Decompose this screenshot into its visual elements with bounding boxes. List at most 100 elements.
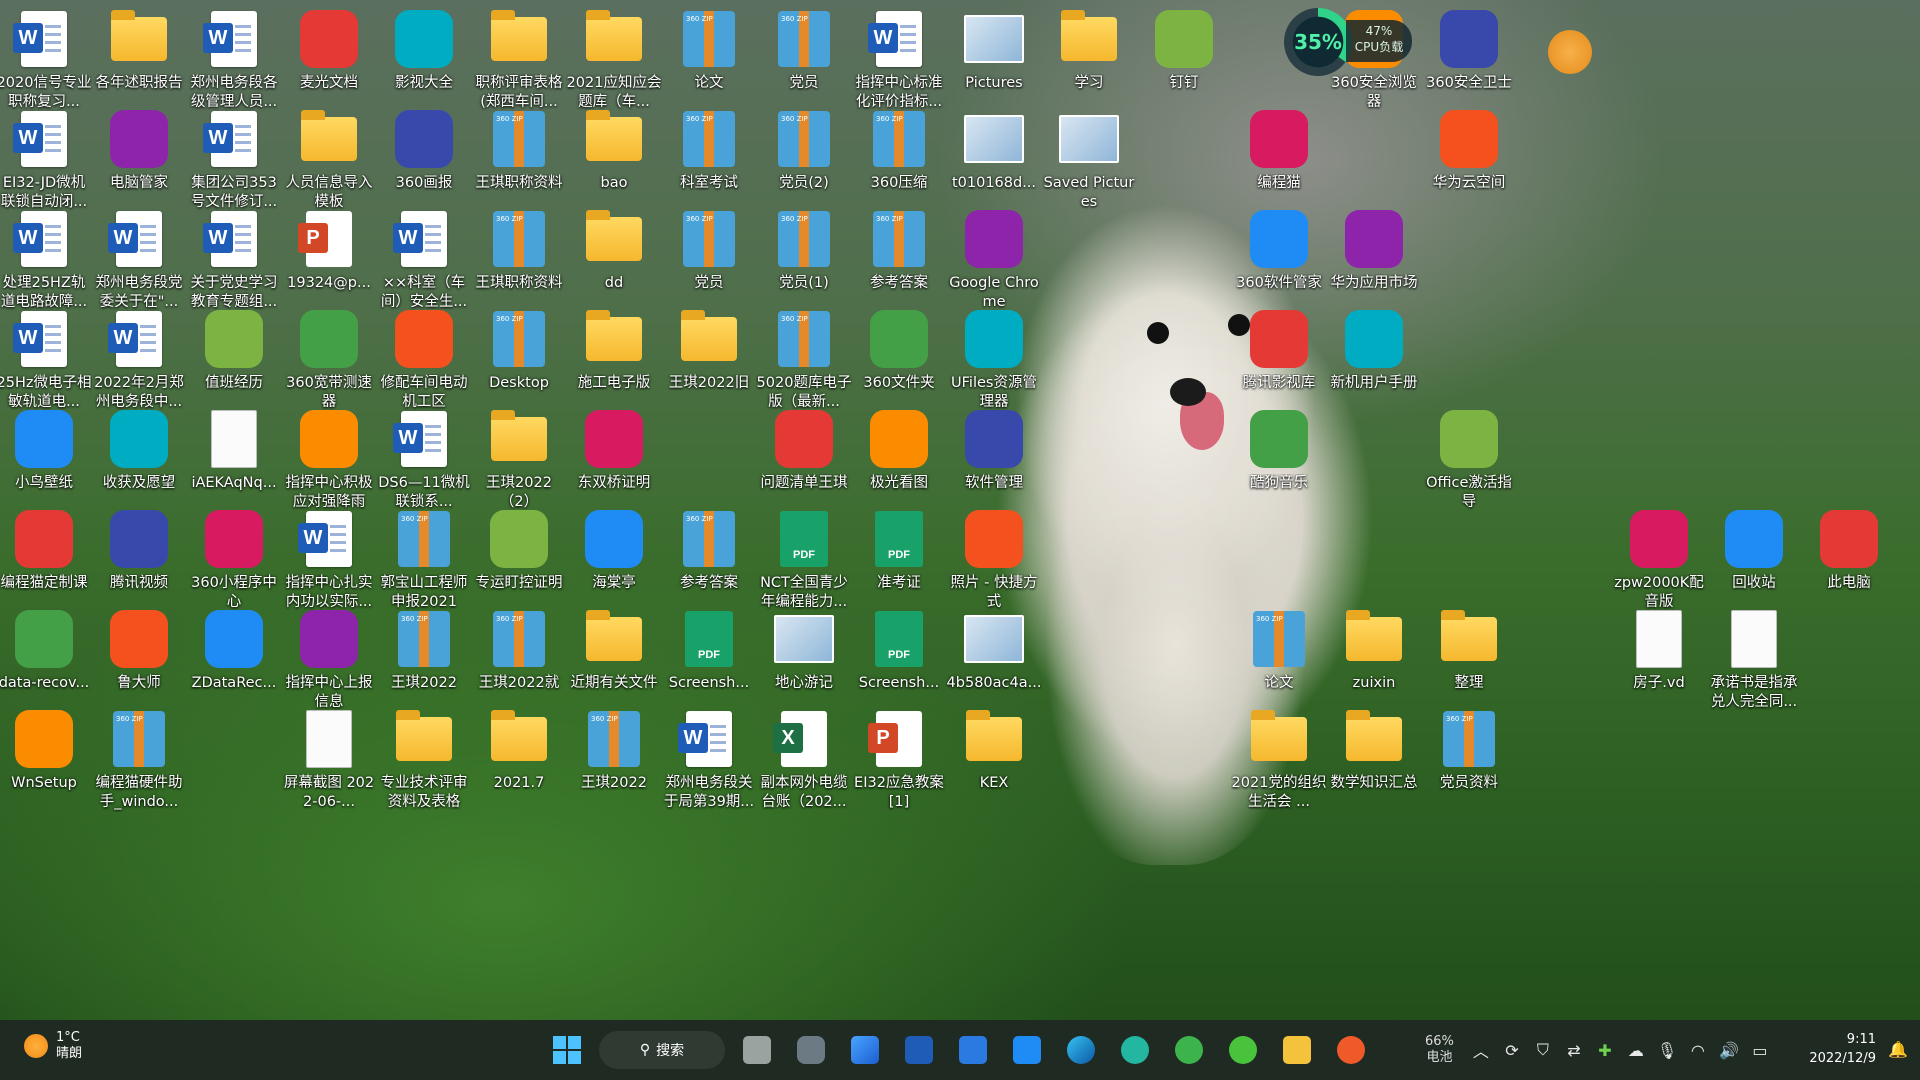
desktop-icon[interactable]: 整理 (1423, 604, 1515, 693)
desktop-icon[interactable]: ZDataRec... (188, 604, 280, 693)
settings-sliders-icon[interactable]: ⇄ (1564, 1041, 1584, 1060)
wifi-icon[interactable]: ◠ (1688, 1041, 1708, 1060)
desktop-icon[interactable]: 腾讯影视库 (1233, 304, 1325, 393)
shield-icon[interactable]: ⛉ (1533, 1040, 1553, 1060)
taskbar-360-browser[interactable] (1167, 1028, 1211, 1072)
desktop-icon[interactable]: 编程猫硬件助手_windo... (93, 704, 185, 812)
battery-status[interactable]: 66% 电池 (1425, 1034, 1454, 1066)
desktop-icon[interactable]: 华为云空间 (1423, 104, 1515, 193)
desktop-icon[interactable]: 照片 - 快捷方式 (948, 504, 1040, 612)
desktop-icon[interactable]: 王琪职称资料 (473, 204, 565, 293)
desktop-icon[interactable]: W 指挥中心扎实内功以实际... (283, 504, 375, 612)
desktop-icon[interactable]: 影视大全 (378, 4, 470, 93)
desktop-icon[interactable]: 钉钉 (1138, 4, 1230, 93)
desktop-icon[interactable]: 4b580ac4a... (947, 604, 1041, 693)
desktop-icon[interactable]: W 25Hz微电子相敏轨道电... (0, 304, 91, 412)
desktop-icon[interactable]: 2021.7 (473, 704, 565, 793)
desktop-icon[interactable]: 小鸟壁纸 (0, 404, 90, 493)
desktop-icon[interactable]: PDF Screensh... (663, 604, 755, 693)
desktop-icon[interactable]: 海棠亭 (568, 504, 660, 593)
desktop-icon[interactable]: PDF 准考证 (853, 504, 945, 593)
desktop-icon[interactable]: PDF Screensh... (853, 604, 945, 693)
desktop-icon[interactable]: 论文 (1233, 604, 1325, 693)
desktop-icon[interactable]: 360宽带测速器 (283, 304, 375, 412)
desktop-icon[interactable]: 软件管理 (948, 404, 1040, 493)
desktop-icon[interactable]: 编程猫 (1233, 104, 1325, 193)
desktop-icon[interactable]: Desktop (473, 304, 565, 393)
desktop-icon[interactable]: data-recov... (0, 604, 90, 693)
desktop-icon[interactable]: W 郑州电务段各级管理人员... (188, 4, 280, 112)
desktop-icon[interactable]: 党员 (758, 4, 850, 93)
desktop-icon[interactable]: 电脑管家 (93, 104, 185, 193)
taskbar-mail[interactable] (951, 1028, 995, 1072)
desktop-icon[interactable]: zpw2000K配音版 (1613, 504, 1705, 612)
cloud-icon[interactable]: ☁ (1626, 1041, 1646, 1060)
desktop-icon[interactable]: 近期有关文件 (568, 604, 660, 693)
desktop-icon[interactable]: W 处理25HZ轨道电路故障... (0, 204, 90, 312)
desktop-icon[interactable]: W 集团公司353号文件修订... (188, 104, 280, 212)
taskbar-camera[interactable] (789, 1028, 833, 1072)
desktop-icon[interactable]: 5020题库电子版（最新... (757, 304, 851, 412)
desktop-icon[interactable]: UFiles资源管理器 (948, 304, 1040, 412)
desktop-icon[interactable]: Saved Pictures (1043, 104, 1135, 212)
desktop-icon[interactable]: 360小程序中心 (188, 504, 280, 612)
desktop-icon[interactable]: W 2022年2月郑州电务段中... (93, 304, 185, 412)
desktop-icon[interactable]: 施工电子版 (568, 304, 660, 393)
desktop-icon[interactable]: 人员信息导入模板 (283, 104, 375, 212)
desktop-icon[interactable]: iAEKAqNq... (188, 404, 280, 493)
desktop-icon[interactable]: 王琪2022就 (473, 604, 565, 693)
desktop-icon[interactable]: W EI32-JD微机联锁自动闭... (0, 104, 90, 212)
desktop-icon[interactable]: 专运盯控证明 (473, 504, 565, 593)
desktop-icon[interactable]: 党员(2) (758, 104, 850, 193)
desktop-icon[interactable]: t010168d... (948, 104, 1040, 193)
task-view-button[interactable] (735, 1028, 779, 1072)
desktop-icon[interactable]: 科室考试 (663, 104, 755, 193)
desktop-icon[interactable]: 房子.vd (1613, 604, 1705, 693)
taskbar-search[interactable]: ⚲ 搜索 (599, 1031, 725, 1069)
desktop-icon[interactable]: zuixin (1328, 604, 1420, 693)
taskbar-word[interactable] (897, 1028, 941, 1072)
desktop-icon[interactable]: WnSetup (0, 704, 90, 793)
start-button[interactable] (545, 1028, 589, 1072)
desktop-icon[interactable]: P 19324@p... (283, 204, 375, 293)
desktop-icon[interactable]: 东双桥证明 (568, 404, 660, 493)
desktop-icon[interactable]: P EI32应急教案[1] (853, 704, 945, 812)
taskbar-dingtalk[interactable] (1005, 1028, 1049, 1072)
desktop-icon[interactable]: W 指挥中心标准化评价指标... (853, 4, 945, 112)
microphone-icon[interactable]: 🎙 (1657, 1041, 1677, 1060)
desktop-icon[interactable]: 论文 (663, 4, 755, 93)
desktop-icon[interactable]: 腾讯视频 (93, 504, 185, 593)
desktop-icon[interactable]: X 副本网外电缆台账（202... (758, 704, 850, 812)
clock[interactable]: 9:11 2022/12/9 (1809, 1030, 1876, 1068)
desktop-icon[interactable]: 专业技术评审资料及表格 (378, 704, 470, 812)
desktop-icon[interactable]: 值班经历 (188, 304, 280, 393)
desktop-icon[interactable]: 编程猫定制课 (0, 504, 90, 593)
desktop-icon[interactable]: dd (568, 204, 660, 293)
taskbar-360-mini[interactable] (1113, 1028, 1157, 1072)
desktop-icon[interactable]: W 郑州电务段党委关于在"... (93, 204, 185, 312)
desktop-icon[interactable]: 郭宝山工程师申报2021 (378, 504, 470, 612)
desktop-icon[interactable]: 360安全卫士 (1423, 4, 1515, 93)
desktop-icon[interactable]: W 2020信号专业职称复习... (0, 4, 91, 112)
desktop-icon[interactable]: KEX (948, 704, 1040, 793)
taskbar-360-security[interactable] (1221, 1028, 1265, 1072)
taskbar-photos[interactable] (843, 1028, 887, 1072)
desktop-icon[interactable]: W DS6—11微机联锁系... (378, 404, 470, 512)
desktop-icon[interactable]: W 郑州电务段关于局第39期... (663, 704, 755, 812)
desktop-icon[interactable]: Google Chrome (948, 204, 1040, 312)
desktop-icon[interactable]: PDF NCT全国青少年编程能力... (758, 504, 850, 612)
desktop-icon[interactable]: 360画报 (378, 104, 470, 193)
desktop-icon[interactable]: 修配车间电动机工区 (378, 304, 470, 412)
plus-icon[interactable]: ✚ (1595, 1041, 1615, 1060)
desktop-icon[interactable]: 各年述职报告 (93, 4, 185, 93)
desktop-icon[interactable]: 王琪职称资料 (473, 104, 565, 193)
desktop-icon[interactable]: 鲁大师 (93, 604, 185, 693)
sync-icon[interactable]: ⟳ (1502, 1041, 1522, 1060)
desktop-icon[interactable]: Pictures (948, 4, 1040, 93)
desktop-icon[interactable]: 问题清单王琪 (758, 404, 850, 493)
taskbar-edge[interactable] (1059, 1028, 1103, 1072)
desktop-icon[interactable]: 收获及愿望 (93, 404, 185, 493)
desktop-icon[interactable]: 指挥中心上报信息 (283, 604, 375, 712)
desktop-icon[interactable]: 360压缩 (853, 104, 945, 193)
desktop-icon[interactable]: W 关于党史学习教育专题组... (188, 204, 280, 312)
